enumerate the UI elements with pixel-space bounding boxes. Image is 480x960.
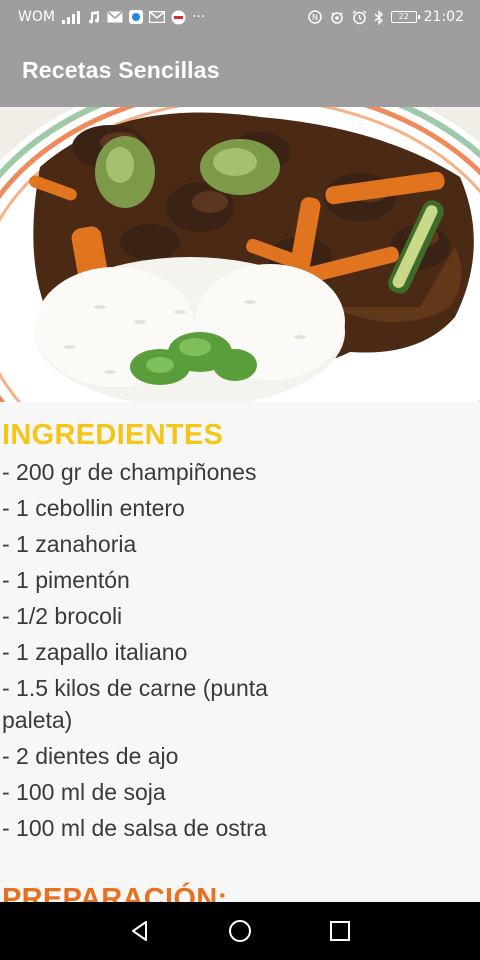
ingredient-item: - 1 zapallo italiano <box>2 639 188 665</box>
navigation-bar <box>0 902 480 960</box>
nfc-icon: N <box>307 10 322 24</box>
app-title: Recetas Sencillas <box>22 57 220 83</box>
preparation-heading: PREPARACIÓN: <box>2 883 228 902</box>
status-bar: WOM ··· N 22 21:02 <box>0 0 480 34</box>
svg-text:N: N <box>312 13 318 22</box>
mail-icon <box>107 10 123 24</box>
app-notification-icon <box>128 10 143 24</box>
ingredient-item: - 1 zanahoria <box>2 531 137 557</box>
battery-icon: 22 <box>390 11 420 23</box>
gmail-icon <box>148 10 165 24</box>
ingredient-item: - 100 ml de salsa de ostra <box>2 815 267 841</box>
recents-button[interactable] <box>320 911 360 951</box>
ingredient-item: - 2 dientes de ajo <box>2 743 179 769</box>
music-icon <box>87 10 101 24</box>
ingredient-item: - 1 cebollin entero <box>2 495 185 521</box>
back-triangle-icon <box>132 921 147 941</box>
recipe-content[interactable]: INGREDIENTES - 200 gr de champiñones - 1… <box>0 402 480 902</box>
carrier-label: WOM <box>18 9 55 25</box>
recipe-photo <box>0 107 480 402</box>
ingredients-heading: INGREDIENTES <box>2 419 224 451</box>
home-button[interactable] <box>220 911 260 951</box>
more-notifications-icon: ··· <box>191 9 206 25</box>
home-circle-icon <box>229 920 251 942</box>
app-bar: Recetas Sencillas <box>0 34 480 107</box>
recents-square-icon <box>330 921 350 941</box>
ingredient-item: - 1 pimentón <box>2 567 130 593</box>
alarm-icon <box>352 9 367 24</box>
ingredient-item: - 200 gr de champiñones <box>2 459 257 485</box>
ingredient-item: - 1.5 kilos de carne (punta paleta) <box>2 675 268 733</box>
status-right: N 22 21:02 <box>307 9 464 25</box>
ingredients-list: - 200 gr de champiñones - 1 cebollin ent… <box>0 456 320 844</box>
signal-icon <box>61 10 81 24</box>
eye-comfort-icon <box>329 10 345 24</box>
status-left: WOM ··· <box>18 9 205 25</box>
chat-icon <box>171 10 186 24</box>
ingredient-item: - 100 ml de soja <box>2 779 166 805</box>
bluetooth-icon <box>374 9 384 25</box>
clock-time: 21:02 <box>423 9 464 25</box>
back-button[interactable] <box>120 911 160 951</box>
ingredient-item: - 1/2 brocoli <box>2 603 123 629</box>
